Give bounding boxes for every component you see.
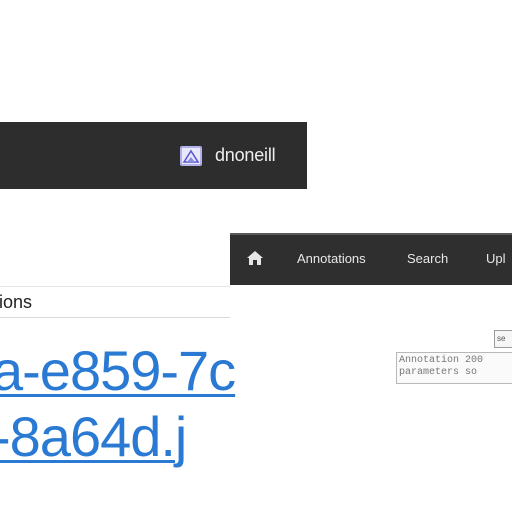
nav-bar (230, 233, 512, 285)
section-heading: tions (0, 292, 33, 312)
home-icon[interactable] (246, 249, 264, 267)
info-box: Annotation 200 parameters so (396, 352, 512, 384)
info-line: parameters so (399, 367, 478, 378)
user-avatar-icon[interactable] (180, 146, 202, 166)
search-input[interactable]: se (494, 330, 512, 348)
nav-annotations[interactable]: Annotations (297, 249, 366, 269)
nav-search[interactable]: Search (407, 249, 448, 269)
username-label[interactable]: dnoneill (215, 143, 276, 167)
info-line: Annotation 200 (399, 355, 484, 366)
divider (0, 286, 230, 287)
divider (0, 317, 230, 318)
nav-upload[interactable]: Upl (486, 249, 506, 269)
annotation-id-link[interactable]: a-e859-7c-8a64d.j (0, 338, 242, 470)
